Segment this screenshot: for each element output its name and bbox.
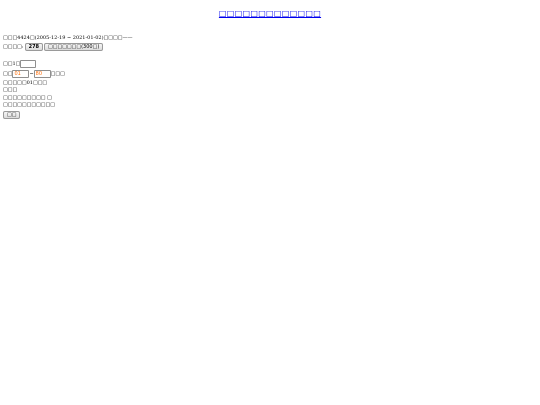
range-label: □□ <box>3 70 13 77</box>
info-text: □□□4424□(2005-12-19 ~ 2021-01-02)□□□□—— <box>3 35 133 41</box>
note-line-4: □□□□□□□□□□□ <box>3 102 55 109</box>
current-period-button[interactable]: 278 <box>24 43 44 51</box>
page: □□□□□□□□□□□□□ □□□4424□(2005-12-19 ~ 2021… <box>0 0 540 405</box>
page-title[interactable]: □□□□□□□□□□□□□ <box>0 9 540 18</box>
note-line-1: □□□□□01□□□ <box>3 80 47 87</box>
info-line: □□□4424□(2005-12-19 ~ 2021-01-02)□□□□—— <box>3 35 132 42</box>
submit-button[interactable]: □□ <box>3 111 21 119</box>
submit-row: □□ <box>3 111 21 119</box>
note-text-1: □□□□□01□□□ <box>3 80 48 86</box>
period-option-button[interactable]: □□□□□□□(300□) <box>44 43 104 51</box>
period-row: □□□□: 278 □□□□□□□(300□) <box>3 43 104 51</box>
range-from-input[interactable] <box>12 70 30 78</box>
range-to-input[interactable] <box>33 70 51 78</box>
note-line-2: □□□ <box>3 87 17 94</box>
note-text-4: □□□□□□□□□□□ <box>3 102 55 108</box>
range-row: □□ ~ □□□ <box>3 70 65 78</box>
note-text-3: □□□□□□□□□ □ <box>3 95 52 101</box>
count-row: □□1□ <box>3 60 37 68</box>
range-suffix: □□□ <box>50 70 65 77</box>
period-label: □□□□: <box>3 43 24 50</box>
note-line-3: □□□□□□□□□ □ <box>3 95 52 102</box>
count-input[interactable] <box>20 60 37 68</box>
count-label: □□1□ <box>3 60 21 67</box>
note-text-2: □□□ <box>3 87 18 93</box>
